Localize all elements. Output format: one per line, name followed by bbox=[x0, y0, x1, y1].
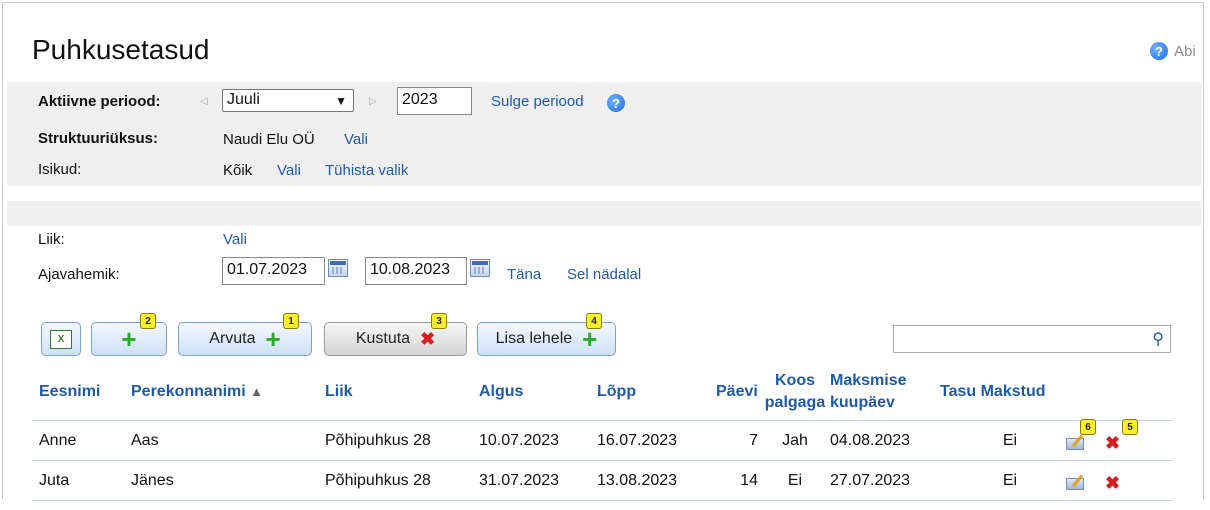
row-divider bbox=[32, 500, 1173, 501]
hotkey-badge: 5 bbox=[1122, 419, 1138, 435]
period-label: Aktiivne periood: bbox=[38, 93, 161, 110]
row-divider bbox=[32, 460, 1173, 461]
cell-start: 10.07.2023 bbox=[479, 432, 560, 449]
period-help-icon[interactable]: ? bbox=[607, 94, 625, 112]
page-title: Puhkusetasud bbox=[32, 34, 210, 65]
date-to-input[interactable]: 10.08.2023 bbox=[365, 257, 467, 285]
help-label: Abi bbox=[1174, 42, 1196, 60]
col-header-payment-date-line1: Maksmise bbox=[830, 372, 907, 389]
persons-value: Kõik bbox=[223, 162, 253, 179]
cell-last-name: Jänes bbox=[131, 472, 174, 489]
help-link[interactable]: ? Abi bbox=[1150, 42, 1196, 60]
persons-label: Isikud: bbox=[38, 161, 82, 178]
month-select[interactable]: Juuli ▼ bbox=[222, 89, 354, 112]
prev-period-arrow-icon[interactable]: ◁ bbox=[200, 96, 208, 107]
date-range-label: Ajavahemik: bbox=[38, 266, 120, 283]
cell-type: Põhipuhkus 28 bbox=[325, 432, 431, 449]
cell-type: Põhipuhkus 28 bbox=[325, 472, 431, 489]
cell-days: 14 bbox=[740, 472, 758, 489]
plus-icon: + bbox=[121, 324, 137, 354]
hotkey-badge: 6 bbox=[1080, 419, 1096, 435]
cell-paid: Ei bbox=[1002, 432, 1018, 449]
col-header-days[interactable]: Päevi bbox=[716, 381, 758, 403]
delete-x-icon: ✖ bbox=[420, 328, 436, 349]
persons-choose-link[interactable]: Vali bbox=[277, 162, 301, 179]
type-choose-link[interactable]: Vali bbox=[223, 231, 247, 248]
filter-panel-secondary bbox=[7, 201, 1201, 226]
type-label: Liik: bbox=[38, 231, 65, 248]
calculate-label: Arvuta bbox=[209, 330, 256, 347]
hotkey-badge: 2 bbox=[140, 313, 156, 329]
hotkey-badge: 1 bbox=[283, 313, 299, 329]
date-from-input[interactable]: 01.07.2023 bbox=[222, 257, 325, 285]
cell-with-salary: Jah bbox=[782, 432, 808, 449]
structure-choose-link[interactable]: Vali bbox=[344, 131, 368, 148]
cell-first-name: Anne bbox=[39, 432, 77, 449]
cell-paid: Ei bbox=[1002, 472, 1018, 489]
col-header-with-salary[interactable]: Koos palgaga bbox=[764, 370, 826, 414]
structure-value: Naudi Elu OÜ bbox=[223, 131, 315, 148]
close-period-link[interactable]: Sulge periood bbox=[491, 93, 584, 110]
this-week-link[interactable]: Sel nädalal bbox=[567, 266, 641, 283]
sort-ascending-icon: ▲ bbox=[250, 384, 264, 399]
page-frame bbox=[2, 2, 1204, 499]
col-header-with-salary-line1: Koos bbox=[775, 372, 815, 389]
help-icon: ? bbox=[1150, 42, 1168, 60]
month-select-value: Juuli bbox=[227, 91, 260, 108]
cell-first-name: Juta bbox=[39, 472, 70, 489]
calendar-icon[interactable] bbox=[328, 259, 348, 277]
cell-last-name: Aas bbox=[131, 432, 159, 449]
delete-row-icon[interactable]: ✖ bbox=[1105, 433, 1120, 454]
structure-label: Struktuuriüksus: bbox=[38, 130, 159, 147]
export-excel-button[interactable]: X bbox=[41, 322, 81, 356]
col-header-last-name-label: Perekonnanimi bbox=[131, 383, 246, 400]
col-header-start[interactable]: Algus bbox=[479, 381, 523, 403]
add-to-page-label: Lisa lehele bbox=[495, 330, 573, 347]
cell-payment-date: 04.08.2023 bbox=[830, 432, 911, 449]
excel-icon: X bbox=[50, 329, 72, 349]
col-header-type[interactable]: Liik bbox=[325, 381, 353, 403]
filter-panel bbox=[7, 82, 1201, 186]
col-header-first-name[interactable]: Eesnimi bbox=[39, 381, 100, 403]
search-input[interactable]: ⚲ bbox=[893, 325, 1171, 353]
delete-row-icon[interactable]: ✖ bbox=[1105, 473, 1120, 494]
col-header-end[interactable]: Lõpp bbox=[597, 381, 636, 403]
year-input[interactable]: 2023 bbox=[397, 87, 472, 115]
header-divider bbox=[32, 420, 1173, 421]
cell-days: 7 bbox=[749, 432, 758, 449]
chevron-down-icon: ▼ bbox=[335, 94, 347, 108]
plus-icon: + bbox=[265, 324, 281, 354]
persons-clear-link[interactable]: Tühista valik bbox=[325, 162, 408, 179]
cell-start: 31.07.2023 bbox=[479, 472, 560, 489]
col-header-last-name[interactable]: Perekonnanimi ▲ bbox=[131, 381, 263, 403]
plus-icon: + bbox=[582, 324, 598, 354]
hotkey-badge: 3 bbox=[431, 313, 447, 329]
col-header-paid[interactable]: Tasu Makstud bbox=[940, 381, 1046, 403]
search-icon[interactable]: ⚲ bbox=[1152, 329, 1164, 349]
next-period-arrow-icon[interactable]: ▷ bbox=[369, 96, 377, 107]
cell-with-salary: Ei bbox=[787, 472, 803, 489]
delete-label: Kustuta bbox=[355, 330, 411, 347]
col-header-with-salary-line2: palgaga bbox=[764, 394, 826, 411]
col-header-payment-date[interactable]: Maksmise kuupäev bbox=[830, 370, 907, 414]
edit-icon[interactable] bbox=[1066, 434, 1088, 450]
cell-end: 13.08.2023 bbox=[597, 472, 678, 489]
calendar-icon[interactable] bbox=[470, 259, 490, 277]
edit-icon[interactable] bbox=[1066, 474, 1088, 490]
cell-payment-date: 27.07.2023 bbox=[830, 472, 911, 489]
cell-end: 16.07.2023 bbox=[597, 432, 678, 449]
col-header-payment-date-line2: kuupäev bbox=[830, 394, 895, 411]
today-link[interactable]: Täna bbox=[507, 266, 541, 283]
hotkey-badge: 4 bbox=[586, 313, 602, 329]
